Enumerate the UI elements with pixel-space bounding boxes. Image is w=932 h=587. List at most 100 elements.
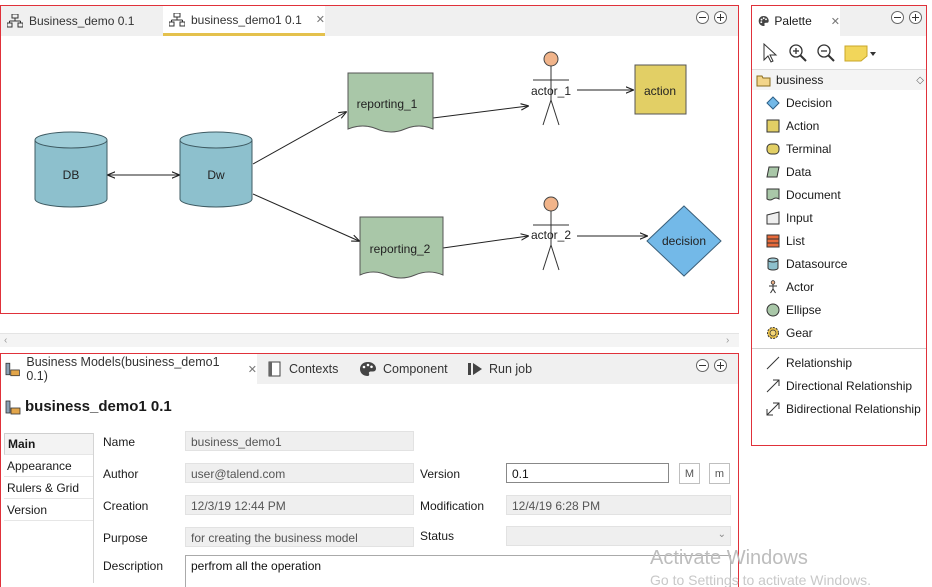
scroll-left-icon[interactable]: ‹: [4, 335, 7, 346]
palette-title: Palette: [774, 14, 812, 28]
properties-title: business_demo1 0.1: [5, 398, 172, 415]
diagram-canvas[interactable]: DB Dw reporting_1 reporting_2 actor_1 ac…: [1, 36, 738, 313]
actor-icon: [769, 279, 777, 293]
palette-item-label: Actor: [786, 279, 815, 294]
scroll-right-icon[interactable]: ›: [726, 335, 729, 346]
chevron-down-icon[interactable]: ⌄: [718, 529, 726, 540]
decision-label: decision: [662, 234, 706, 248]
palette-item-document[interactable]: Document: [752, 183, 926, 206]
palette-item-label: Terminal: [786, 141, 832, 156]
close-icon[interactable]: ✕: [831, 15, 840, 28]
business-model-icon: [169, 12, 185, 26]
connector-dw-reporting1[interactable]: [252, 112, 346, 165]
action-label: action: [644, 84, 676, 98]
side-tab-rulers-grid[interactable]: Rulers & Grid: [4, 477, 93, 499]
status-select[interactable]: ⌄: [506, 526, 731, 546]
palette-toolbar: [752, 36, 926, 70]
minimize-icon[interactable]: [696, 11, 709, 24]
minimize-icon[interactable]: [696, 359, 709, 372]
contexts-icon: [268, 361, 281, 377]
palette-item-ellipse[interactable]: Ellipse: [752, 298, 926, 321]
note-tool[interactable]: [842, 41, 878, 65]
palette-item-list[interactable]: List: [752, 229, 926, 252]
minimize-icon[interactable]: [891, 11, 904, 24]
version-label: Version: [420, 467, 461, 481]
properties-side-tabs: Main Appearance Rulers & Grid Version: [4, 433, 93, 521]
decision-icon: [766, 95, 780, 110]
tab-business-demo1[interactable]: business_demo1 0.1 ✕: [163, 6, 325, 36]
palette-item-label: Bidirectional Relationship: [786, 401, 921, 416]
close-icon[interactable]: ✕: [248, 363, 257, 376]
document-reporting1-shape[interactable]: reporting_1: [347, 72, 434, 133]
zoom-out-icon: [817, 43, 835, 62]
palette-item-label: Datasource: [786, 256, 848, 271]
minor-version-button[interactable]: m: [709, 463, 730, 484]
palette-item-gear[interactable]: Gear: [752, 321, 926, 344]
run-job-icon: [468, 363, 482, 375]
palette-item-label: List: [786, 233, 805, 248]
zoom-out-tool[interactable]: [814, 41, 838, 65]
creation-field: 12/3/19 12:44 PM: [185, 495, 414, 515]
business-model-icon: [7, 14, 23, 28]
pin-icon[interactable]: ◇: [916, 75, 924, 86]
connector-reporting1-actor1[interactable]: [432, 106, 528, 119]
maximize-icon[interactable]: [909, 11, 922, 24]
tab-label: Business_demo 0.1: [29, 14, 135, 28]
ellipse-icon: [766, 303, 780, 316]
palette-drawer-business[interactable]: business ◇: [752, 70, 926, 90]
author-field[interactable]: user@talend.com: [185, 463, 414, 483]
list-icon: [766, 234, 780, 247]
palette-item-label: Input: [786, 210, 813, 225]
side-tab-version[interactable]: Version: [4, 499, 93, 521]
actor1-shape[interactable]: actor_1: [531, 51, 571, 126]
palette-item-datasource[interactable]: Datasource: [752, 252, 926, 275]
palette-item-directional-relationship[interactable]: Directional Relationship: [752, 374, 926, 397]
connector-dw-reporting2[interactable]: [252, 193, 359, 241]
major-version-button[interactable]: M: [679, 463, 700, 484]
purpose-field[interactable]: for creating the business model: [185, 527, 414, 547]
actor2-label: actor_2: [531, 228, 571, 242]
datasource-icon: [767, 257, 779, 270]
side-tab-appearance[interactable]: Appearance: [4, 455, 93, 477]
decision-shape[interactable]: decision: [646, 205, 722, 277]
connector-reporting2-actor2[interactable]: [442, 236, 528, 249]
palette-item-input[interactable]: Input: [752, 206, 926, 229]
palette-item-relationship[interactable]: Relationship: [752, 351, 926, 374]
select-tool[interactable]: [758, 41, 782, 65]
page-title: business_demo1 0.1: [25, 398, 172, 415]
action-shape[interactable]: action: [634, 64, 687, 115]
name-field[interactable]: business_demo1: [185, 431, 414, 451]
tab-component[interactable]: Component: [359, 354, 448, 384]
document-reporting2-shape[interactable]: reporting_2: [359, 216, 444, 279]
horizontal-scrollbar[interactable]: ‹ ›: [0, 333, 739, 347]
zoom-in-tool[interactable]: [786, 41, 810, 65]
palette-item-data[interactable]: Data: [752, 160, 926, 183]
palette-item-actor[interactable]: Actor: [752, 275, 926, 298]
tab-contexts[interactable]: Contexts: [267, 354, 338, 384]
tab-palette[interactable]: Palette ✕: [752, 6, 840, 36]
maximize-icon[interactable]: [714, 11, 727, 24]
version-field[interactable]: 0.1: [506, 463, 669, 483]
activation-watermark-subtitle: Go to Settings to activate Windows.: [650, 572, 871, 587]
maximize-icon[interactable]: [714, 359, 727, 372]
tab-run-job[interactable]: Run job: [467, 354, 532, 384]
palette-item-label: Document: [786, 187, 841, 202]
tab-business-models[interactable]: Business Models(business_demo1 0.1) ✕: [1, 354, 257, 384]
palette-item-action[interactable]: Action: [752, 114, 926, 137]
description-label: Description: [103, 559, 164, 573]
palette-separator: [752, 348, 926, 349]
component-icon: [360, 362, 376, 376]
side-tab-main[interactable]: Main: [4, 433, 93, 455]
tab-business-demo[interactable]: Business_demo 0.1: [1, 6, 161, 36]
actor2-shape[interactable]: actor_2: [531, 196, 571, 271]
modification-field: 12/4/19 6:28 PM: [506, 495, 731, 515]
datasource-db-shape[interactable]: DB: [34, 131, 108, 208]
close-icon[interactable]: ✕: [316, 13, 325, 26]
palette-item-bidirectional-relationship[interactable]: Bidirectional Relationship: [752, 397, 926, 420]
palette-item-terminal[interactable]: Terminal: [752, 137, 926, 160]
tab-label: Business Models(business_demo1 0.1): [26, 355, 220, 383]
input-icon: [766, 210, 780, 224]
datasource-dw-shape[interactable]: Dw: [179, 131, 253, 208]
tab-label: Contexts: [289, 362, 339, 376]
palette-item-decision[interactable]: Decision: [752, 91, 926, 114]
